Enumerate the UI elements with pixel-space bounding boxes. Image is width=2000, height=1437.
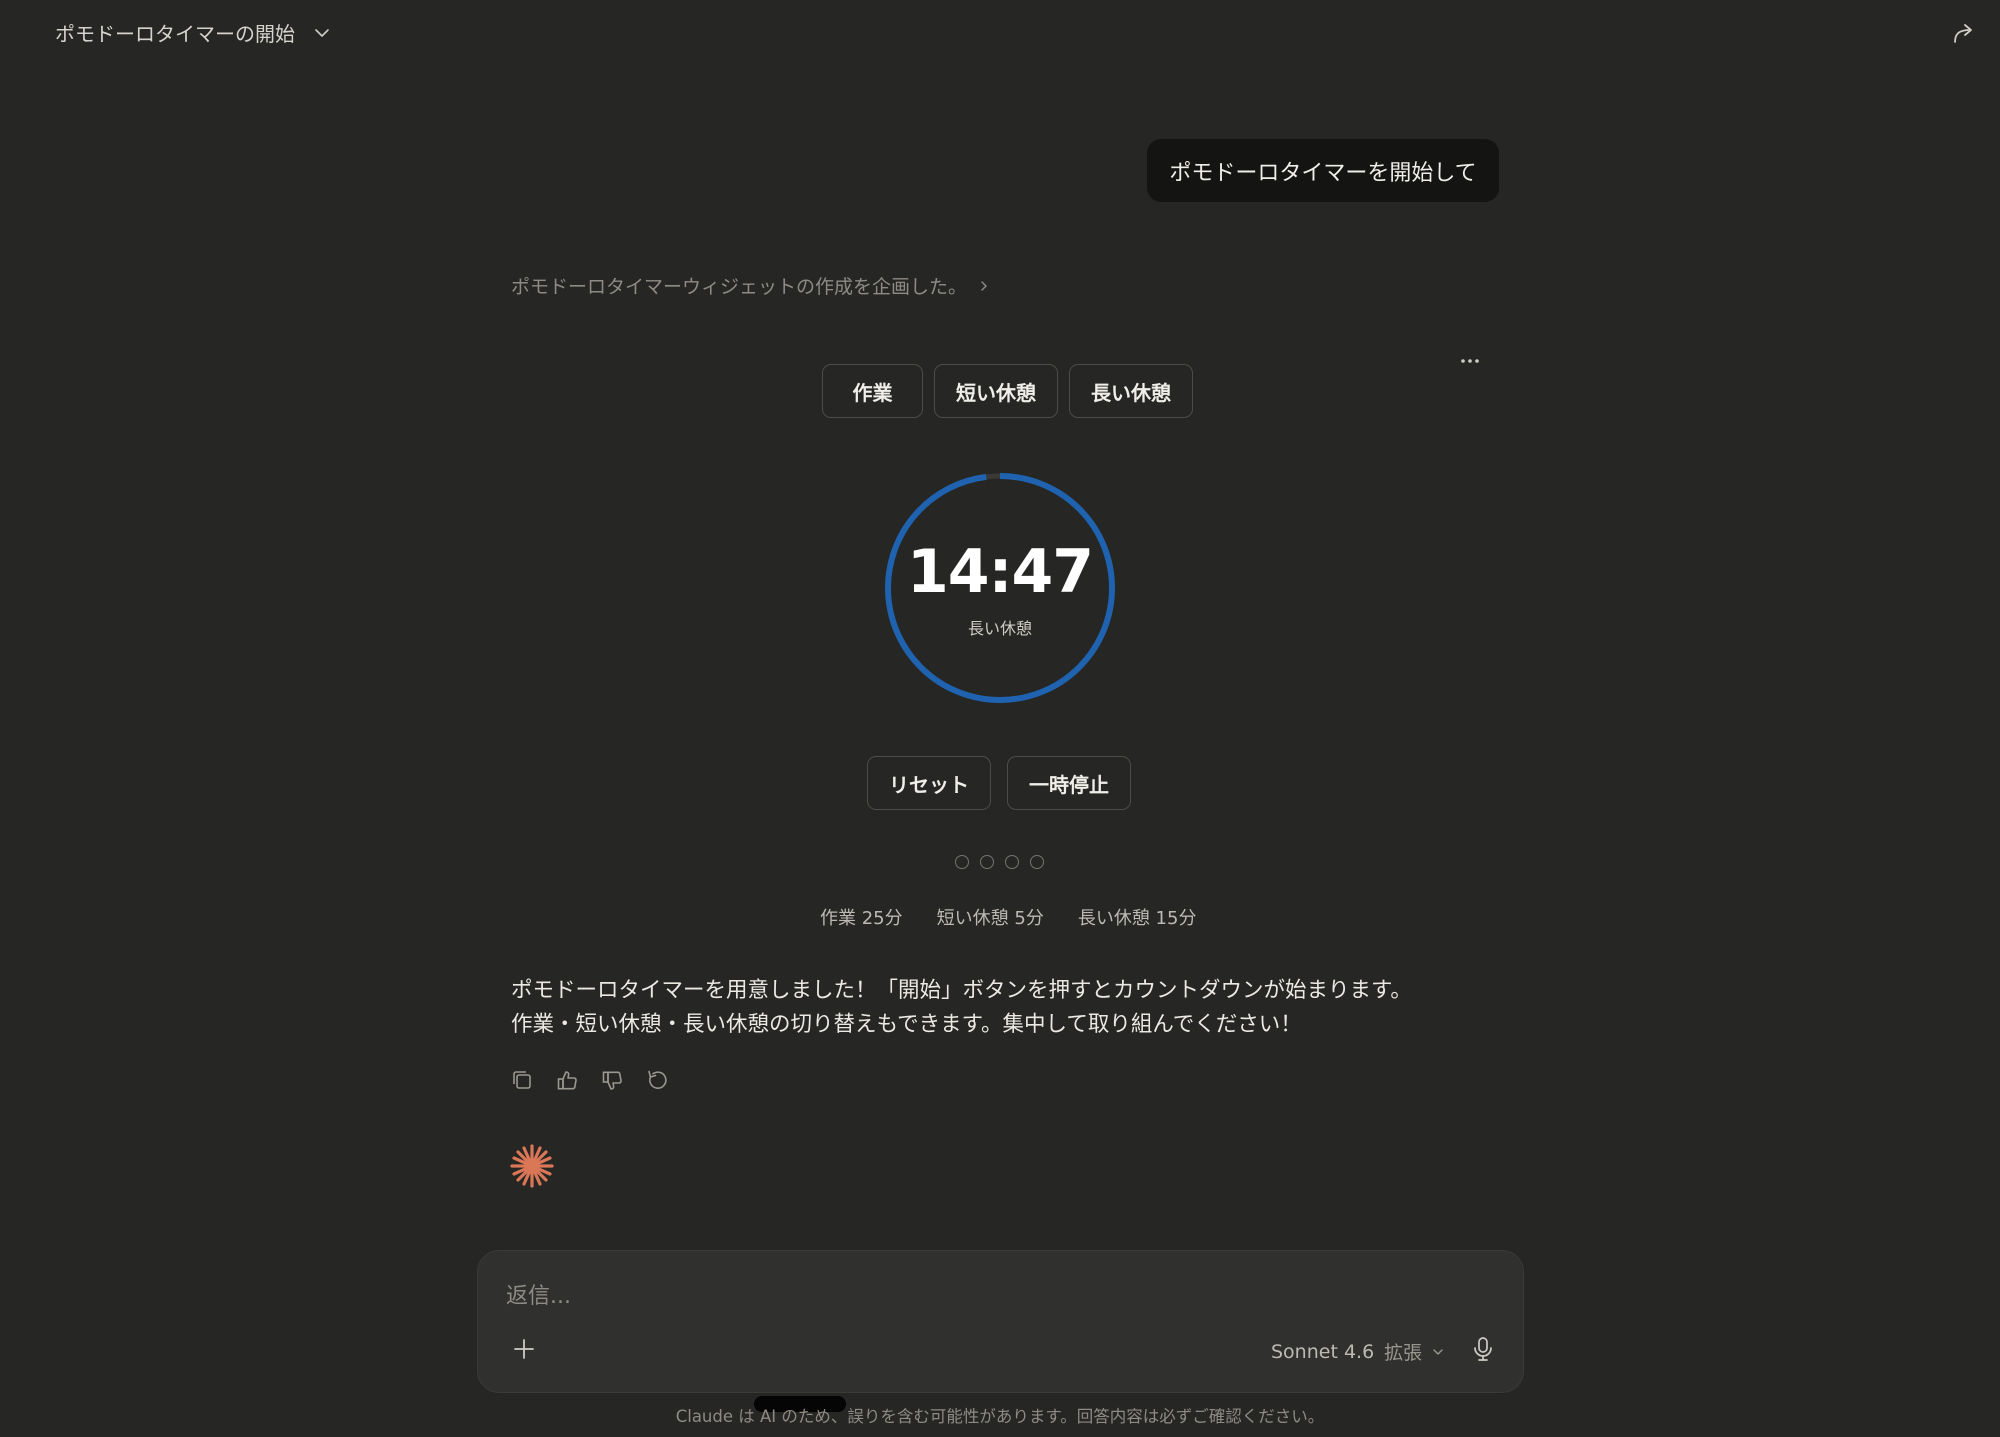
mode-work-button[interactable]: 作業 [822,364,923,418]
assistant-response: ポモドーロタイマーを用意しました！「開始」ボタンを押すとカウントダウンが始まりま… [511,974,1471,1042]
timer-controls: リセット 一時停止 [867,756,1131,810]
message-composer: Sonnet 4.6 拡張 [477,1250,1524,1393]
response-line: 作業・短い休憩・長い休憩の切り替えもできます。集中して取り組んでください！ [511,1012,1302,1037]
claude-spark-icon [510,1144,554,1188]
reset-button[interactable]: リセット [867,756,991,810]
copy-icon[interactable] [510,1068,535,1093]
mode-selector: 作業 短い休憩 長い休憩 [822,364,1193,418]
share-icon[interactable] [1950,20,1976,46]
thinking-summary-toggle[interactable]: ポモドーロタイマーウィジェットの作成を企画した。 [511,272,991,299]
retry-icon[interactable] [645,1068,670,1093]
conversation-title-menu[interactable]: ポモドーロタイマーの開始 [55,18,331,47]
conversation-title: ポモドーロタイマーの開始 [55,22,295,46]
model-mode: 拡張 [1384,1342,1423,1364]
chat-page: ポモドーロタイマーの開始 ポモドーロタイマーを開始して ポモドーロタイマーウィジ… [0,0,2000,1437]
chevron-down-icon [1433,1348,1443,1355]
pause-button[interactable]: 一時停止 [1007,756,1131,810]
reply-input[interactable] [506,1273,1406,1319]
chevron-right-icon [981,280,987,291]
timer-mode-label: 長い休憩 [967,619,1032,638]
message-actions [510,1068,670,1093]
session-dot [955,855,969,869]
timer-display: 14:47 [907,537,1094,607]
thinking-summary-text: ポモドーロタイマーウィジェットの作成を企画した。 [511,276,968,298]
session-dot [1005,855,1019,869]
duration-long-break: 長い休憩 15分 [1077,908,1197,929]
user-message-text: ポモドーロタイマーを開始して [1169,160,1477,186]
duration-work: 作業 25分 [820,908,903,929]
thumbs-down-icon[interactable] [600,1068,625,1093]
mode-short-break-button[interactable]: 短い休憩 [934,364,1058,418]
mode-long-break-button[interactable]: 長い休憩 [1069,364,1193,418]
user-message-bubble: ポモドーロタイマーを開始して [1147,139,1499,202]
duration-summary: 作業 25分 短い休憩 5分 長い休憩 15分 [820,904,1196,930]
session-dot [1030,855,1044,869]
thumbs-up-icon[interactable] [555,1068,580,1093]
model-selector[interactable]: Sonnet 4.6 拡張 [1271,1338,1444,1365]
top-bar: ポモドーロタイマーの開始 [0,0,2000,64]
duration-short-break: 短い休憩 5分 [936,908,1044,929]
microphone-icon[interactable] [1470,1335,1496,1363]
model-name: Sonnet 4.6 [1271,1340,1375,1363]
session-dot [980,855,994,869]
chevron-down-icon [315,28,329,37]
response-line: ポモドーロタイマーを用意しました！「開始」ボタンを押すとカウントダウンが始まりま… [511,978,1412,1003]
disclaimer-text: Claude は AI のため、誤りを含む可能性があります。回答内容は必ずご確認… [675,1407,1325,1426]
plus-icon[interactable] [511,1336,537,1362]
session-indicator [955,855,1044,869]
more-options-icon[interactable] [1456,347,1484,375]
